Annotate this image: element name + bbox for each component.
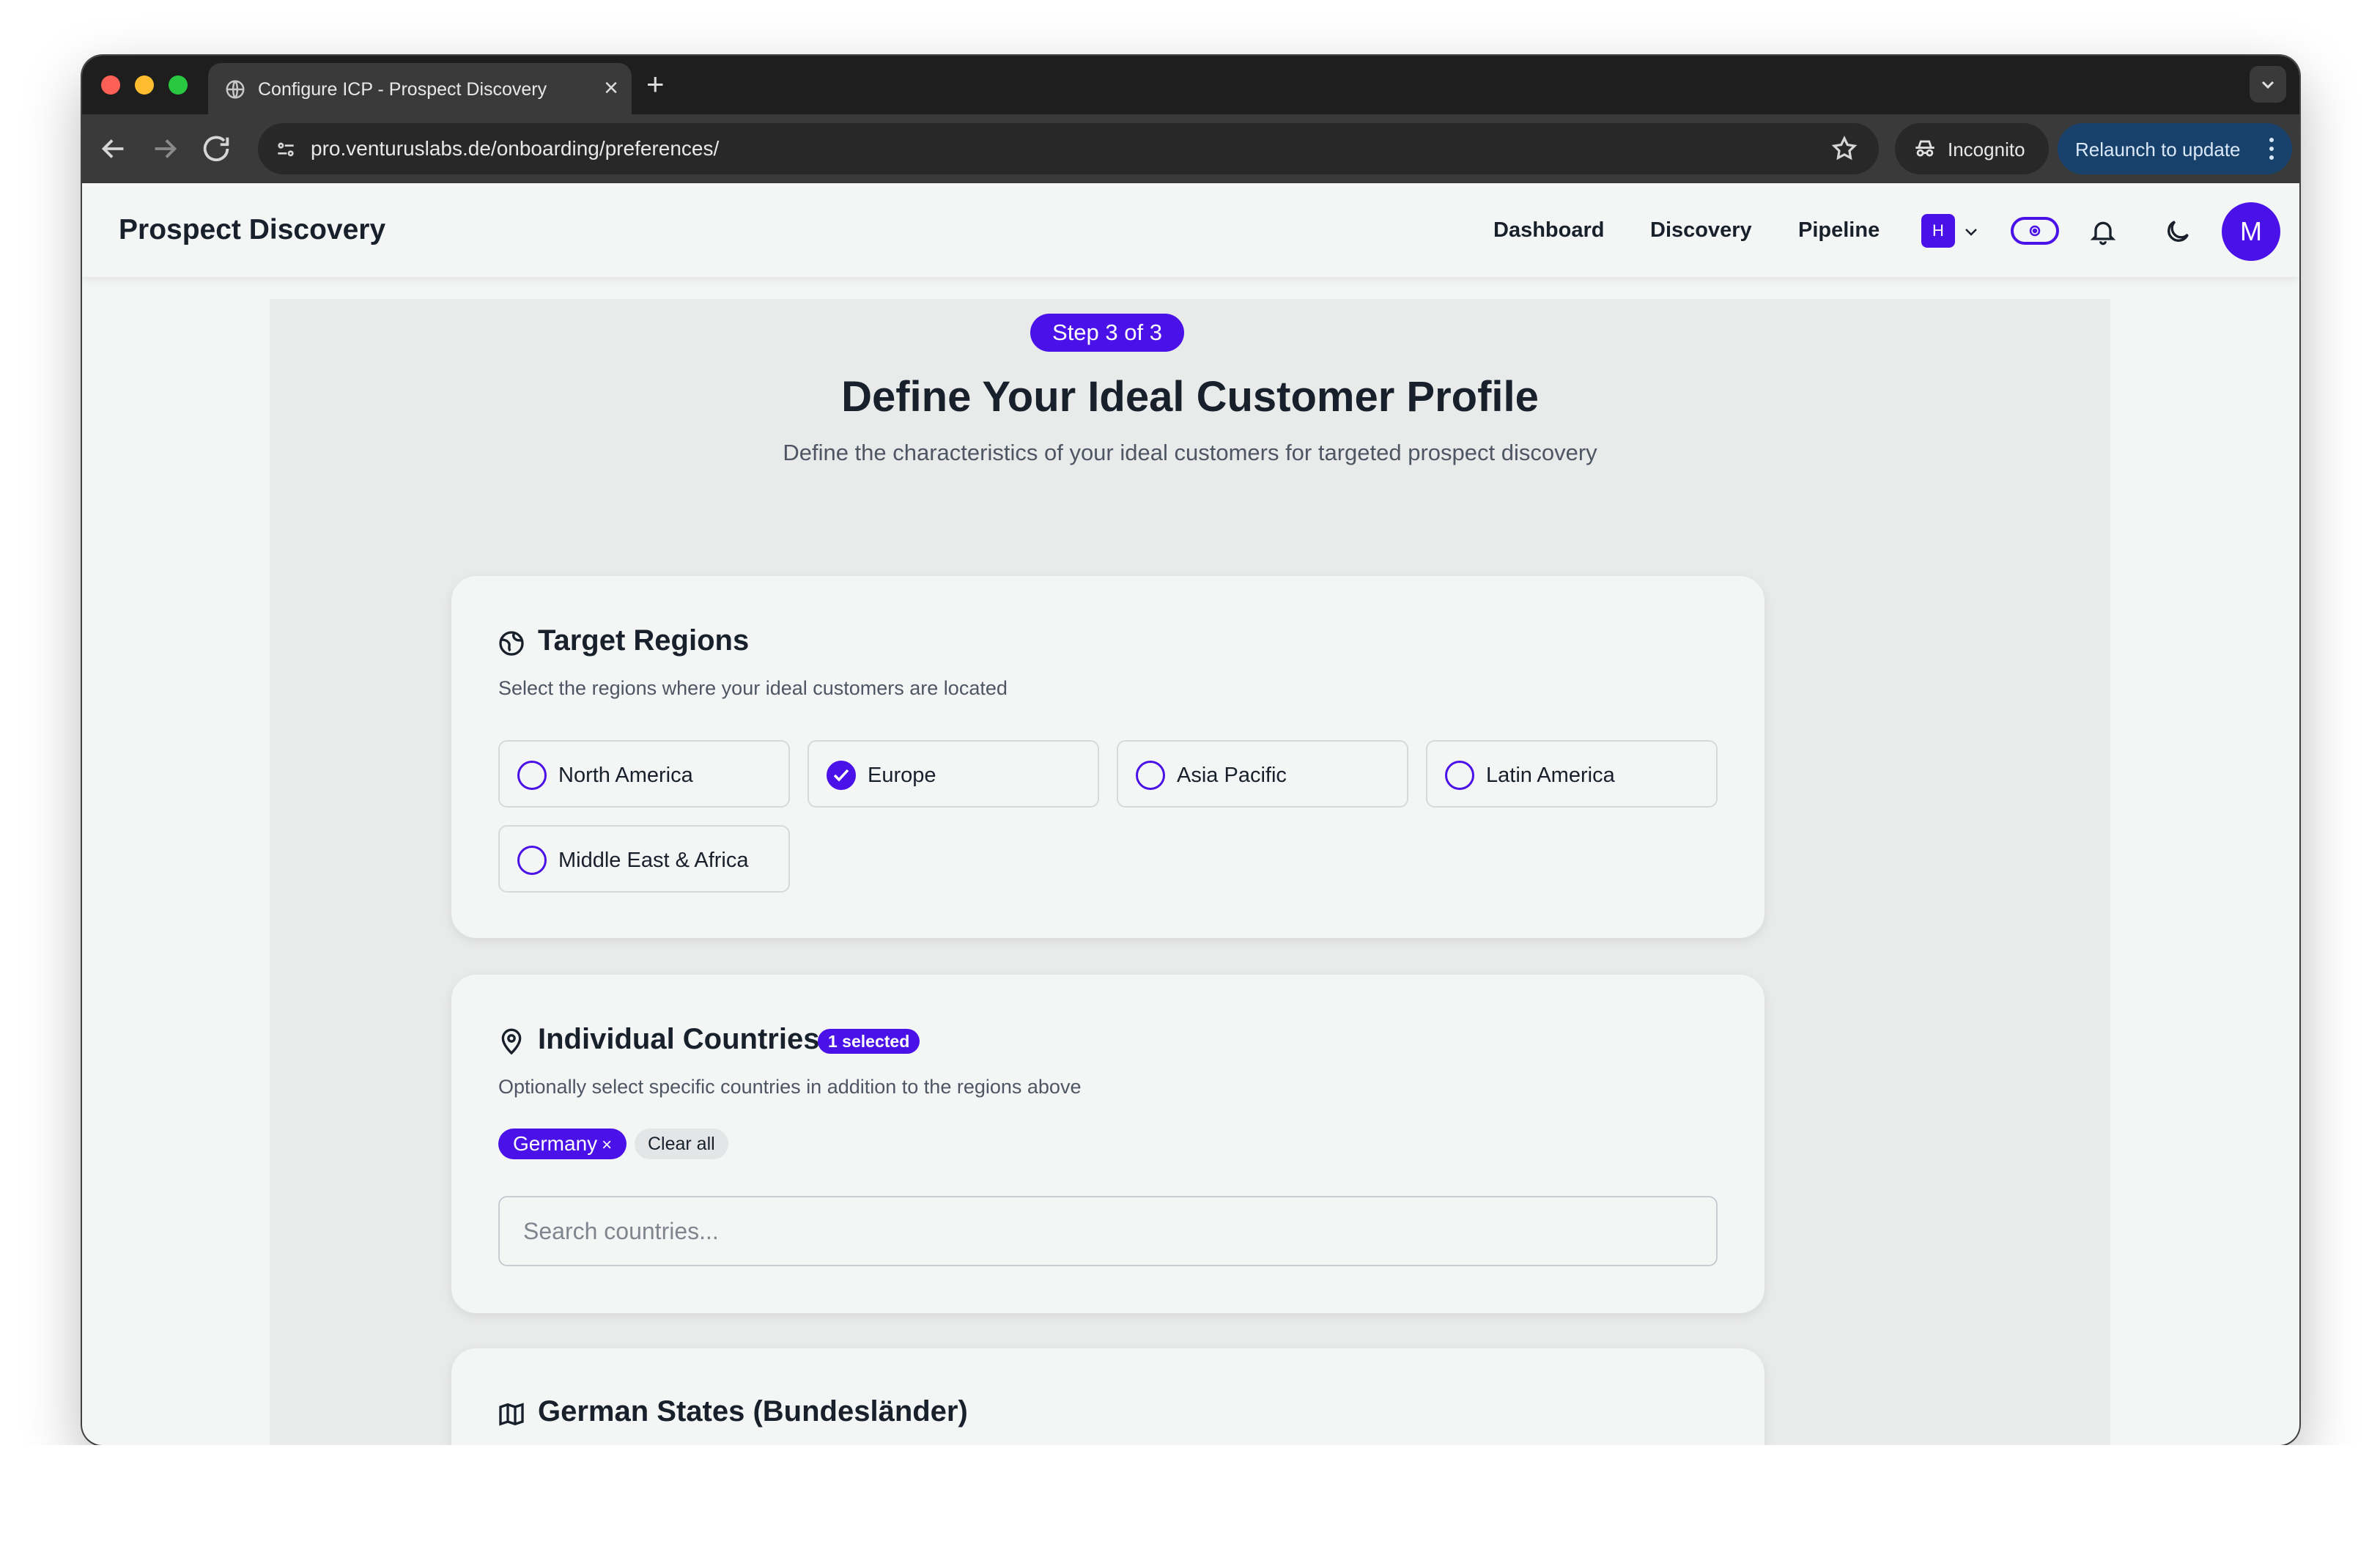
back-icon[interactable] [97, 132, 130, 166]
region-checkbox[interactable] [517, 846, 547, 875]
individual-countries-title: Individual Countries [538, 1023, 820, 1055]
avatar[interactable]: M [2222, 202, 2280, 261]
globe-icon [226, 80, 245, 99]
tab-search-button[interactable] [2250, 66, 2286, 103]
brand-title[interactable]: Prospect Discovery [119, 214, 385, 246]
search-countries-input[interactable] [498, 1196, 1718, 1266]
site-settings-icon[interactable] [274, 138, 298, 161]
country-chip-label: Germany [513, 1132, 598, 1155]
region-checkbox[interactable] [1136, 761, 1165, 790]
new-tab-button[interactable]: + [646, 66, 665, 103]
moon-icon[interactable] [2163, 217, 2192, 246]
region-option-latin-america[interactable]: Latin America [1426, 740, 1718, 808]
individual-countries-description: Optionally select specific countries in … [498, 1076, 1082, 1098]
region-option-middle-east-africa[interactable]: Middle East & Africa [498, 825, 790, 893]
incognito-indicator[interactable]: Incognito [1895, 123, 2049, 174]
maximize-window-button[interactable] [169, 75, 188, 95]
tab-close-icon[interactable]: × [604, 73, 618, 103]
incognito-icon [1915, 140, 1934, 157]
more-vert-icon [2269, 138, 2274, 160]
region-option-asia-pacific[interactable]: Asia Pacific [1117, 740, 1408, 808]
reload-icon[interactable] [199, 132, 233, 166]
clear-all-button[interactable]: Clear all [635, 1129, 728, 1159]
page-background [0, 1445, 2380, 1555]
browser-tab[interactable]: Configure ICP - Prospect Discovery × [208, 63, 632, 114]
region-option-north-america[interactable]: North America [498, 740, 790, 808]
chevron-down-icon [2261, 81, 2274, 89]
map-icon [499, 1403, 524, 1426]
step-indicator: Step 3 of 3 [1030, 314, 1184, 352]
relaunch-label: Relaunch to update [2075, 138, 2241, 160]
nav-dashboard[interactable]: Dashboard [1493, 218, 1604, 243]
globe-icon [499, 631, 524, 656]
map-pin-icon [501, 1028, 522, 1055]
address-bar[interactable]: pro.venturuslabs.de/onboarding/preferenc… [258, 123, 1879, 174]
nav-pipeline[interactable]: Pipeline [1798, 218, 1880, 243]
region-label: Asia Pacific [1177, 764, 1287, 787]
close-window-button[interactable] [101, 75, 120, 95]
nav-discovery[interactable]: Discovery [1650, 218, 1752, 243]
region-label: Latin America [1486, 764, 1615, 787]
workspace-switcher[interactable]: H [1921, 214, 1955, 248]
selected-count-badge: 1 selected [818, 1029, 920, 1054]
page-title: Define Your Ideal Customer Profile [841, 373, 1539, 421]
region-checkbox[interactable] [827, 761, 856, 790]
app-header: Prospect Discovery Dashboard Discovery P… [82, 183, 2299, 277]
tab-title: Configure ICP - Prospect Discovery [258, 79, 547, 100]
region-label: North America [558, 764, 693, 787]
region-checkbox[interactable] [517, 761, 547, 790]
chevron-down-icon[interactable] [1962, 223, 1980, 240]
country-chip-germany[interactable]: Germany × [498, 1129, 627, 1159]
minimize-window-button[interactable] [135, 75, 154, 95]
region-option-europe[interactable]: Europe [808, 740, 1099, 808]
check-icon [833, 769, 849, 782]
url-text: pro.venturuslabs.de/onboarding/preferenc… [311, 137, 720, 160]
eye-icon [2029, 225, 2041, 237]
individual-countries-card: Individual Countries 1 selected Optional… [451, 975, 1764, 1313]
incognito-label: Incognito [1948, 138, 2025, 160]
remove-chip-icon[interactable]: × [602, 1135, 612, 1155]
german-states-title: German States (Bundesländer) [538, 1395, 968, 1427]
target-regions-description: Select the regions where your ideal cust… [498, 677, 1008, 699]
visibility-toggle[interactable] [2011, 217, 2059, 245]
relaunch-button[interactable]: Relaunch to update [2058, 123, 2292, 174]
browser-titlebar: Configure ICP - Prospect Discovery × + [82, 56, 2299, 114]
page-subtitle: Define the characteristics of your ideal… [783, 440, 1597, 465]
bell-icon[interactable] [2088, 217, 2118, 246]
region-checkbox[interactable] [1445, 761, 1474, 790]
region-label: Middle East & Africa [558, 849, 749, 872]
browser-toolbar: pro.venturuslabs.de/onboarding/preferenc… [82, 114, 2299, 183]
target-regions-card: Target Regions Select the regions where … [451, 576, 1764, 938]
forward-icon[interactable] [148, 132, 182, 166]
region-label: Europe [868, 764, 936, 787]
target-regions-title: Target Regions [538, 624, 750, 657]
bookmark-star-icon[interactable] [1830, 135, 1858, 163]
